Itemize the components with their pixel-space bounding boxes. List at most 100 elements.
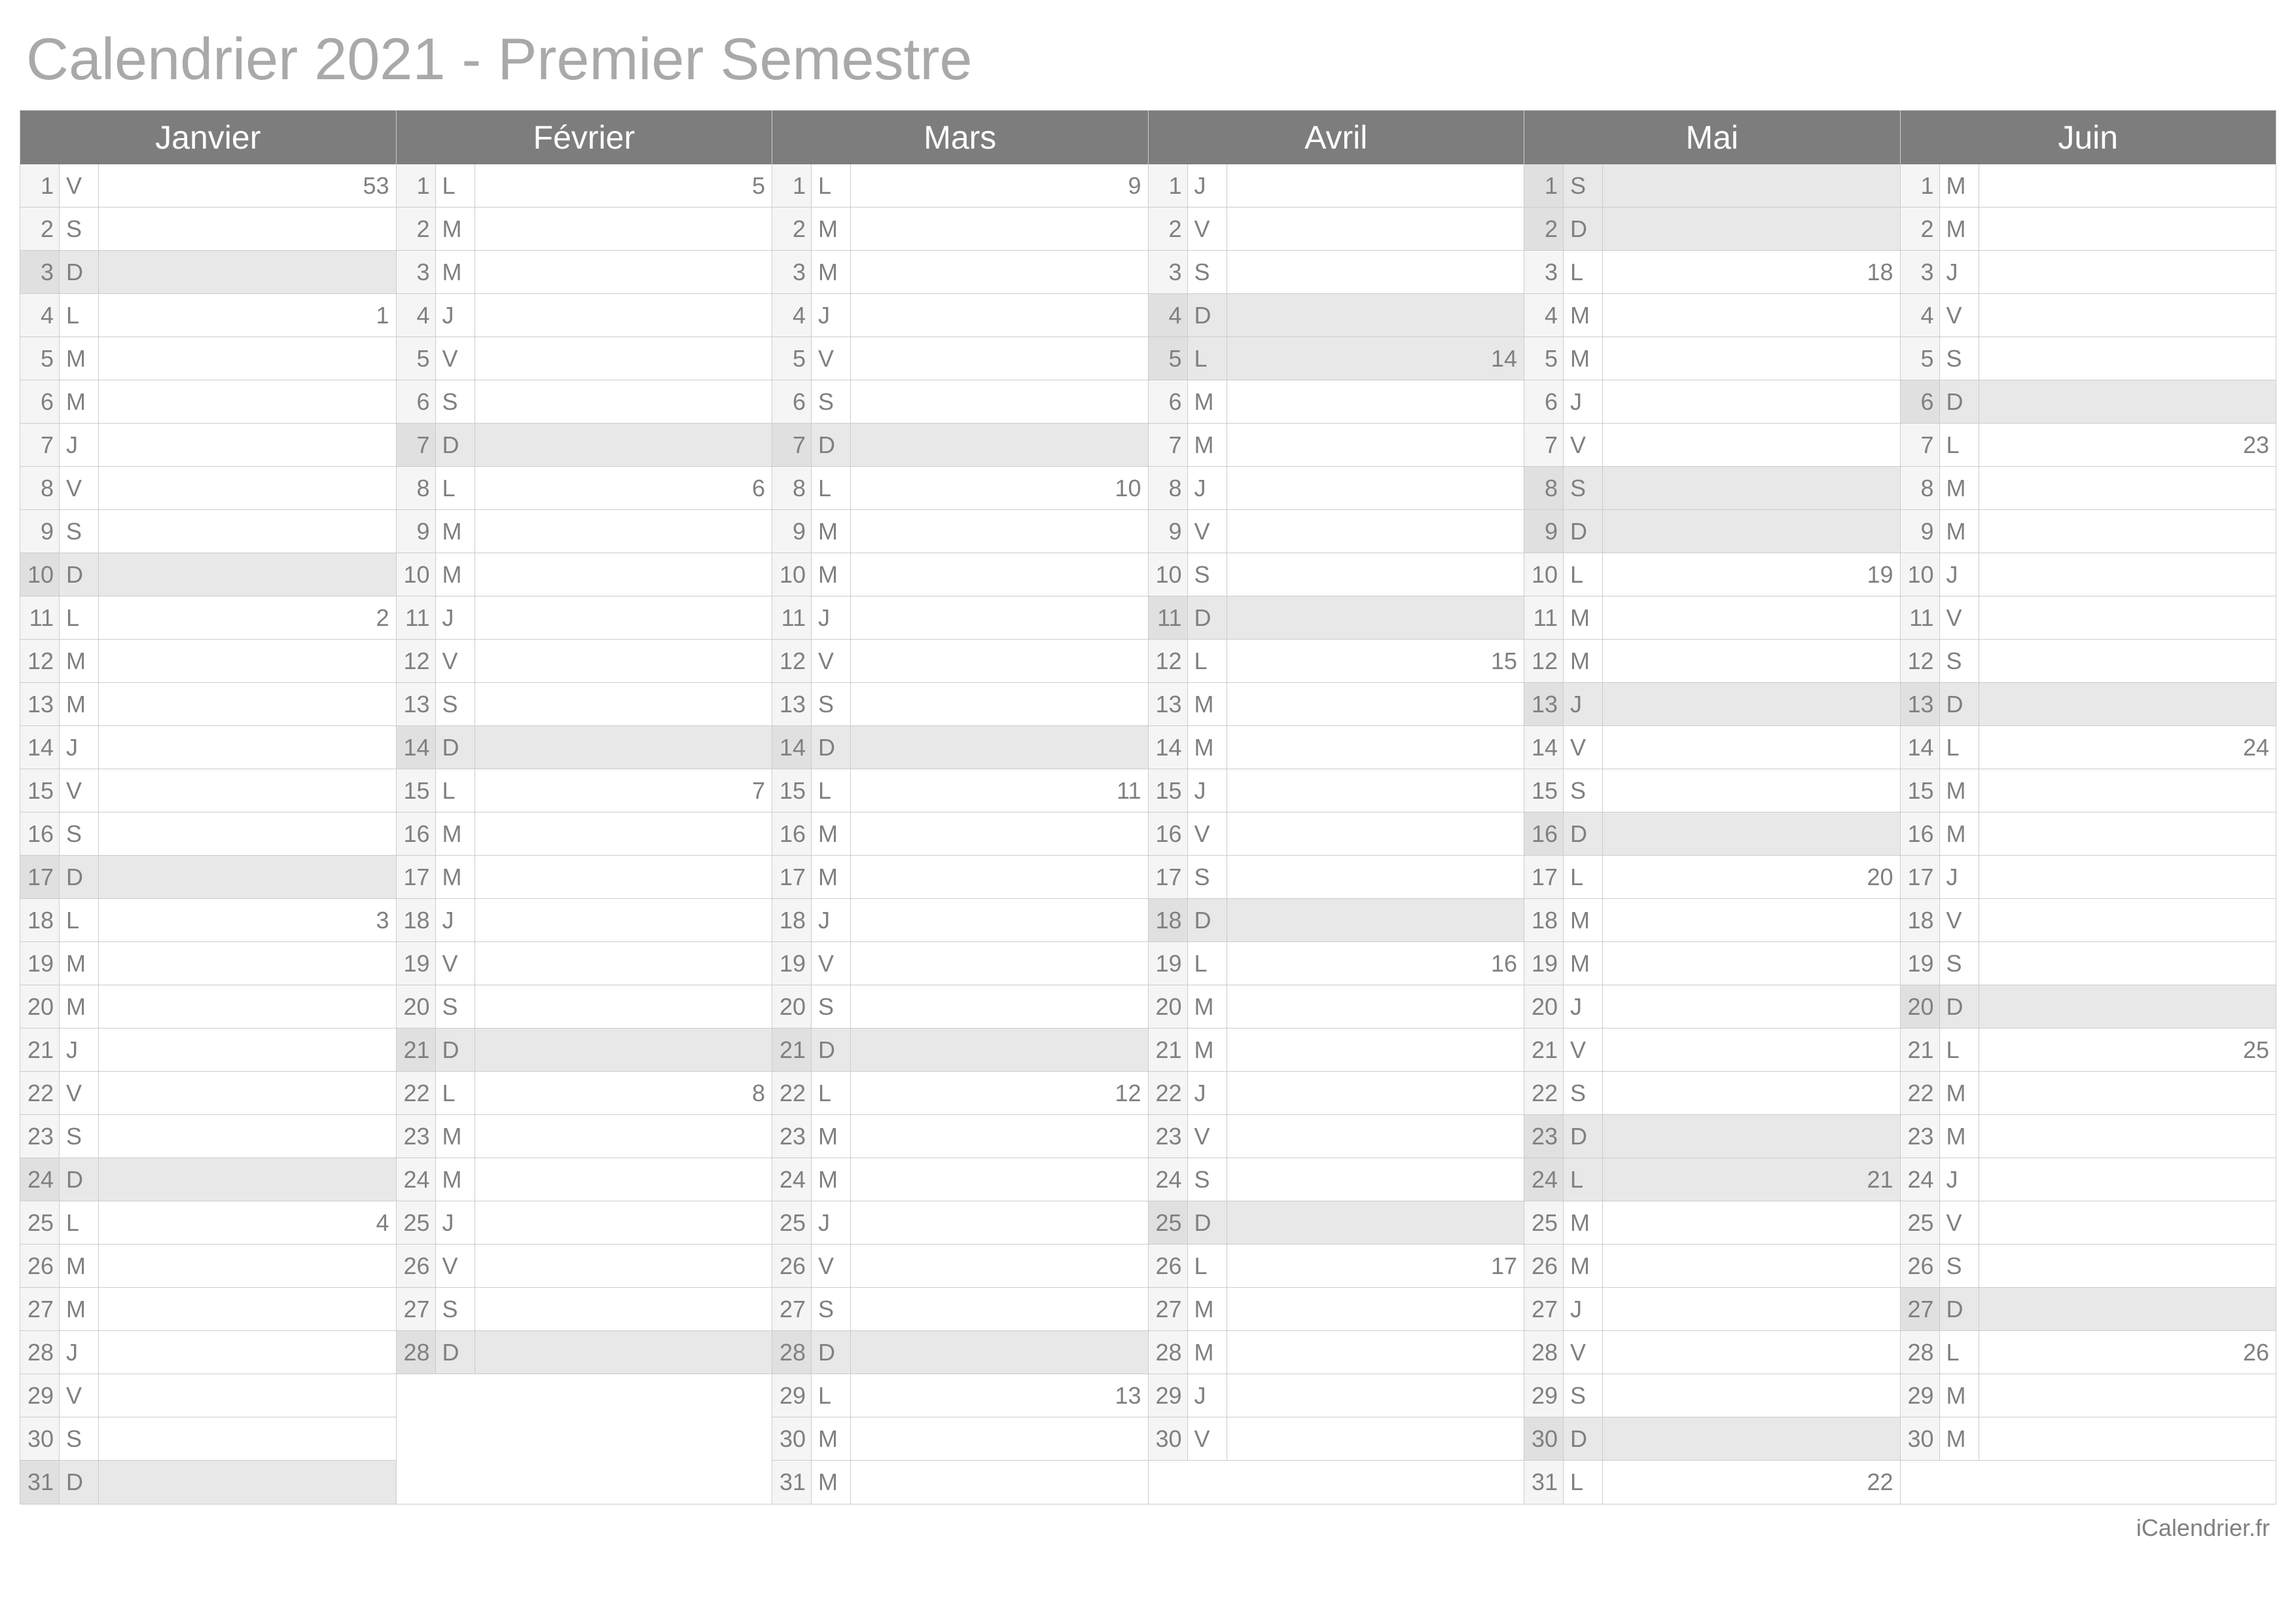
day-number: 28 [1149,1331,1188,1374]
day-of-week: S [60,510,99,553]
day-row: 3M [772,251,1148,294]
day-note [1979,251,2276,293]
day-row: 22M [1901,1072,2276,1115]
day-number: 8 [397,467,436,509]
day-number: 22 [20,1072,60,1114]
day-note [851,1158,1148,1201]
calendar-grid: Janvier1V532S3D4L15M6M7J8V9S10D11L212M13… [20,110,2276,1504]
day-note: 14 [1227,337,1524,380]
day-row: 10J [1901,553,2276,596]
day-number: 3 [397,251,436,293]
month-column: Juin1M2M3J4V5S6D7L238M9M10J11V12S13D14L2… [1901,111,2276,1504]
day-of-week: L [60,1201,99,1244]
day-note [99,1245,396,1287]
day-of-week: D [1564,812,1603,855]
day-row: 23V [1149,1115,1524,1158]
day-number: 17 [1524,856,1564,898]
day-of-week: L [1564,1461,1603,1504]
day-note [1603,467,1900,509]
day-row: 23S [20,1115,396,1158]
day-row: 27S [772,1288,1148,1331]
day-number: 17 [1901,856,1940,898]
day-of-week: J [812,899,851,941]
day-number: 30 [772,1417,812,1460]
day-number: 29 [1149,1374,1188,1417]
day-of-week: S [812,380,851,423]
day-note [99,467,396,509]
day-of-week: J [1940,553,1979,596]
day-note [1603,942,1900,985]
day-row: 17J [1901,856,2276,899]
day-number: 23 [1901,1115,1940,1158]
day-of-week: V [1188,1417,1227,1460]
day-of-week: M [812,1461,851,1504]
day-number: 20 [772,985,812,1028]
day-note [1227,164,1524,207]
day-number: 30 [1524,1417,1564,1460]
day-note [1979,596,2276,639]
day-number: 15 [397,769,436,812]
day-number: 7 [772,424,812,466]
day-note [475,294,772,337]
day-note [475,251,772,293]
day-note [1979,208,2276,250]
day-number: 27 [1524,1288,1564,1330]
day-note [1227,510,1524,553]
day-note [475,596,772,639]
day-row: 1L5 [397,164,772,208]
day-number: 4 [1149,294,1188,337]
day-of-week: M [812,553,851,596]
day-row: 13J [1524,683,1900,726]
day-row: 28M [1149,1331,1524,1374]
day-number: 10 [1524,553,1564,596]
day-note: 1 [99,294,396,337]
day-note [1227,1029,1524,1071]
day-of-week: D [812,424,851,466]
day-of-week: M [1564,640,1603,682]
day-row: 22L8 [397,1072,772,1115]
day-row: 28D [772,1331,1148,1374]
day-row: 30M [772,1417,1148,1461]
day-note [1603,899,1900,941]
day-of-week: D [60,251,99,293]
day-note [1227,380,1524,423]
day-note [475,899,772,941]
day-note: 4 [99,1201,396,1244]
day-number: 13 [1524,683,1564,725]
day-number: 13 [20,683,60,725]
day-number: 10 [772,553,812,596]
day-of-week: S [436,985,475,1028]
day-row: 12V [772,640,1148,683]
day-row: 6M [1149,380,1524,424]
day-row: 23M [1901,1115,2276,1158]
day-note [1603,1029,1900,1071]
day-note [1227,467,1524,509]
day-row: 17L20 [1524,856,1900,899]
day-row: 24M [772,1158,1148,1201]
day-row: 9M [772,510,1148,553]
day-note [99,1461,396,1504]
day-row: 19V [397,942,772,985]
day-note: 9 [851,164,1148,207]
day-row: 13M [20,683,396,726]
day-note [99,640,396,682]
day-note [1603,294,1900,337]
day-note: 3 [99,899,396,941]
day-number: 18 [1901,899,1940,941]
day-number: 20 [397,985,436,1028]
day-note [1227,1072,1524,1114]
day-number: 30 [1901,1417,1940,1460]
day-number: 21 [772,1029,812,1071]
day-number: 25 [1901,1201,1940,1244]
day-of-week: M [60,1288,99,1330]
day-number: 19 [1149,942,1188,985]
month-column: Février1L52M3M4J5V6S7D8L69M10M11J12V13S1… [397,111,773,1504]
day-number: 1 [1149,164,1188,207]
day-number: 5 [20,337,60,380]
day-row: 7J [20,424,396,467]
day-of-week: V [60,467,99,509]
day-of-week: D [436,1331,475,1374]
day-number: 20 [20,985,60,1028]
day-note [1603,1417,1900,1460]
day-note [475,942,772,985]
